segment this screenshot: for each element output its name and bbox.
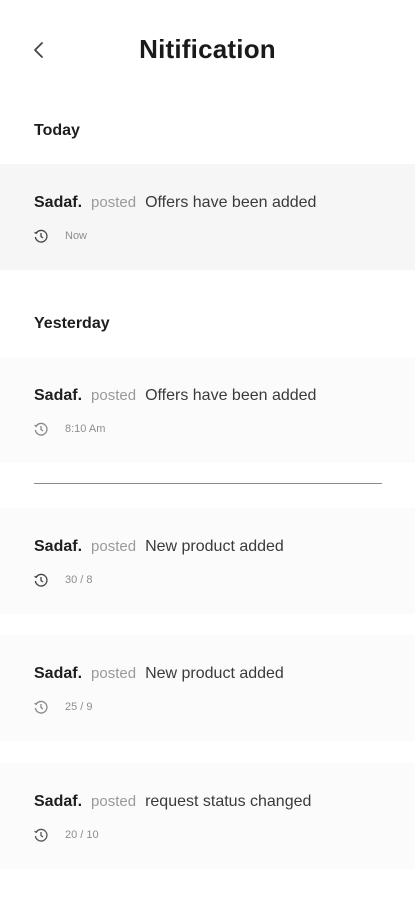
notification-author: Sadaf. <box>34 194 83 211</box>
notification-message: New product added <box>145 665 284 682</box>
history-clock-icon <box>33 827 49 843</box>
notification-author: Sadaf. <box>34 538 83 555</box>
section-label-today: Today <box>34 122 80 139</box>
notification-item[interactable]: Sadaf. posted Offers have been added 8:1… <box>0 357 415 463</box>
notification-time: 20 / 10 <box>65 829 99 841</box>
notification-meta: 30 / 8 <box>33 572 93 588</box>
notification-verb: posted <box>91 194 137 211</box>
notification-meta: 8:10 Am <box>33 421 105 437</box>
notification-verb: posted <box>91 538 137 555</box>
notification-item[interactable]: Sadaf. posted Offers have been added Now <box>0 164 415 270</box>
notification-item[interactable]: Sadaf. posted New product added 25 / 9 <box>0 635 415 741</box>
notification-text: Sadaf. posted Offers have been added <box>34 194 316 212</box>
notification-message: Offers have been added <box>145 194 317 211</box>
page-title: Nitification <box>139 34 276 64</box>
notification-time: 30 / 8 <box>65 574 93 586</box>
notification-item[interactable]: Sadaf. posted New product added 30 / 8 <box>0 508 415 614</box>
notification-meta: 20 / 10 <box>33 827 99 843</box>
history-clock-icon <box>33 228 49 244</box>
notification-text: Sadaf. posted New product added <box>34 665 284 683</box>
notification-verb: posted <box>91 387 137 404</box>
divider <box>34 483 382 484</box>
history-clock-icon <box>33 572 49 588</box>
notification-text: Sadaf. posted Offers have been added <box>34 387 316 405</box>
notification-verb: posted <box>91 665 137 682</box>
notification-text: Sadaf. posted request status changed <box>34 793 311 811</box>
notification-message: request status changed <box>145 793 312 810</box>
notification-verb: posted <box>91 793 137 810</box>
notification-meta: Now <box>33 228 87 244</box>
notification-message: New product added <box>145 538 284 555</box>
notification-time: 25 / 9 <box>65 701 93 713</box>
notification-author: Sadaf. <box>34 665 83 682</box>
history-clock-icon <box>33 699 49 715</box>
section-label-yesterday: Yesterday <box>34 315 110 332</box>
history-clock-icon <box>33 421 49 437</box>
notification-message: Offers have been added <box>145 387 317 404</box>
notification-author: Sadaf. <box>34 387 83 404</box>
notification-item[interactable]: Sadaf. posted request status changed 20 … <box>0 763 415 869</box>
app-header: Nitification <box>0 0 415 100</box>
notification-meta: 25 / 9 <box>33 699 93 715</box>
notification-time: Now <box>65 230 88 242</box>
notification-time: 8:10 Am <box>65 423 106 435</box>
notification-author: Sadaf. <box>34 793 83 810</box>
notification-text: Sadaf. posted New product added <box>34 538 284 556</box>
